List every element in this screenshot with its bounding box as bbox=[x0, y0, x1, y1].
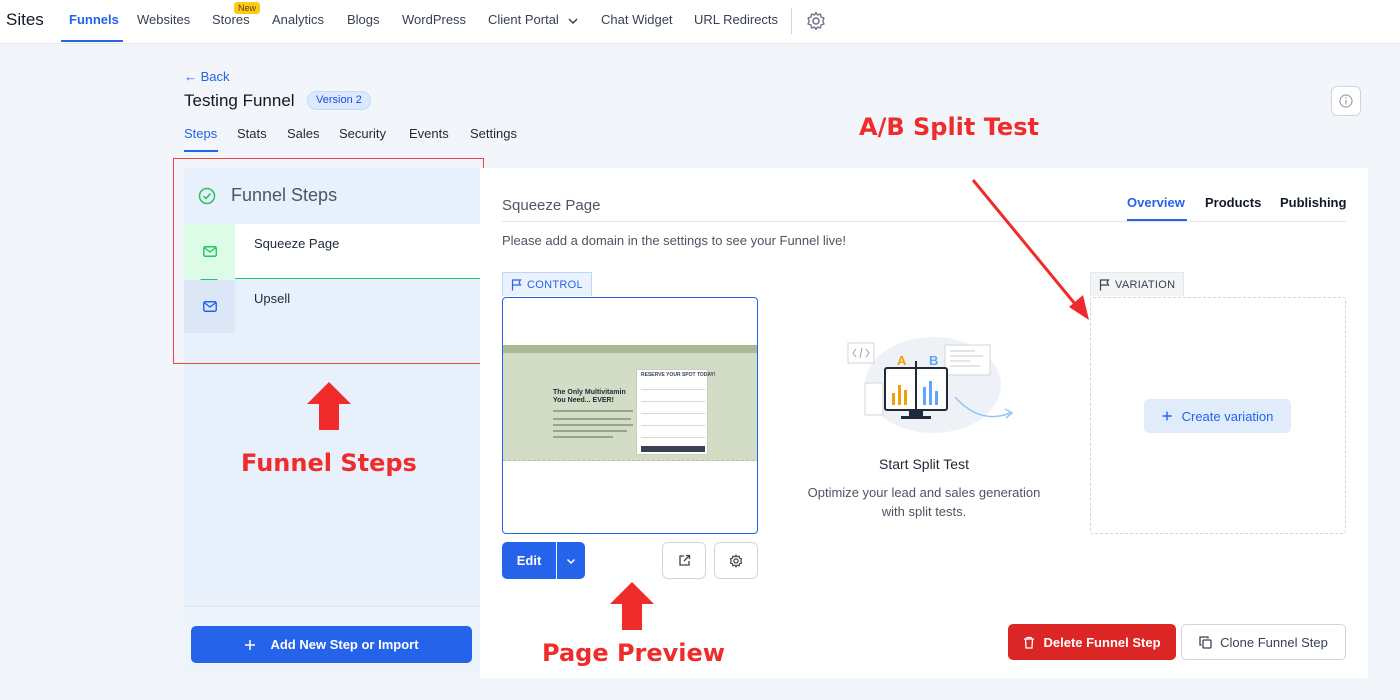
nav-funnels[interactable]: Funnels bbox=[69, 12, 119, 27]
tab-settings[interactable]: Settings bbox=[470, 126, 517, 141]
copy-icon bbox=[1199, 635, 1212, 649]
variation-label: VARIATION bbox=[1115, 278, 1176, 291]
version-badge[interactable]: Version 2 bbox=[307, 91, 371, 110]
annotation-funnel-steps: Funnel Steps bbox=[241, 449, 417, 477]
nav-wordpress[interactable]: WordPress bbox=[402, 12, 466, 27]
info-button[interactable] bbox=[1331, 86, 1361, 116]
delete-step-label: Delete Funnel Step bbox=[1043, 634, 1161, 650]
tab-events[interactable]: Events bbox=[409, 126, 449, 141]
chevron-down-icon bbox=[566, 558, 576, 564]
split-test-title: Start Split Test bbox=[878, 456, 969, 472]
delete-step-button[interactable]: Delete Funnel Step bbox=[1008, 624, 1176, 660]
preview-form-field bbox=[641, 434, 705, 438]
new-badge: New bbox=[234, 2, 261, 14]
nav-divider bbox=[791, 8, 792, 34]
svg-text:B: B bbox=[929, 353, 938, 368]
add-step-label: Add New Step or Import bbox=[270, 637, 419, 652]
nav-client-portal-label: Client Portal bbox=[488, 12, 559, 27]
split-test-illustration: A B bbox=[847, 337, 1014, 433]
step-settings-button[interactable] bbox=[714, 542, 758, 579]
tab-publishing[interactable]: Publishing bbox=[1280, 195, 1346, 210]
gear-icon[interactable] bbox=[806, 11, 826, 31]
preview-form-field bbox=[641, 386, 705, 390]
control-label: CONTROL bbox=[527, 278, 583, 291]
preview-hero bbox=[503, 353, 757, 461]
control-tag: CONTROL bbox=[502, 272, 592, 296]
preview-text-line bbox=[553, 436, 613, 438]
plus-icon bbox=[1162, 411, 1172, 421]
nav-chat-widget[interactable]: Chat Widget bbox=[601, 12, 673, 27]
external-link-icon bbox=[678, 554, 690, 566]
plus-icon bbox=[245, 639, 256, 650]
domain-notice: Please add a domain in the settings to s… bbox=[502, 233, 846, 248]
nav-url-redirects[interactable]: URL Redirects bbox=[694, 12, 778, 27]
preview-form-field bbox=[641, 422, 705, 426]
step-title: Squeeze Page bbox=[502, 197, 601, 214]
trash-icon bbox=[1024, 636, 1035, 649]
nav-analytics[interactable]: Analytics bbox=[272, 12, 324, 27]
info-icon bbox=[1339, 94, 1353, 108]
svg-text:A: A bbox=[897, 353, 907, 368]
nav-blogs[interactable]: Blogs bbox=[347, 12, 380, 27]
preview-form-title: RESERVE YOUR SPOT TODAY! bbox=[641, 372, 716, 378]
preview-form: RESERVE YOUR SPOT TODAY! bbox=[636, 369, 716, 455]
nav-active-underline bbox=[61, 40, 123, 42]
tab-sales[interactable]: Sales bbox=[287, 126, 320, 141]
tab-products[interactable]: Products bbox=[1205, 195, 1261, 210]
brand-title: Sites bbox=[6, 10, 44, 29]
page-title: Testing Funnel bbox=[184, 91, 295, 110]
tab-stats[interactable]: Stats bbox=[237, 126, 267, 141]
tab-overview[interactable]: Overview bbox=[1127, 195, 1185, 210]
tab-active-underline bbox=[184, 150, 218, 152]
gear-icon bbox=[729, 553, 743, 568]
preview-form-field bbox=[641, 398, 705, 402]
annotation-box bbox=[173, 158, 484, 364]
preview-text-line bbox=[553, 430, 627, 432]
clone-step-label: Clone Funnel Step bbox=[1220, 634, 1328, 650]
preview-form-submit bbox=[641, 446, 705, 452]
top-nav: Sites Funnels Websites Stores New Analyt… bbox=[0, 0, 1400, 44]
tab-active-underline bbox=[1127, 219, 1187, 221]
nav-client-portal[interactable]: Client Portal bbox=[488, 12, 578, 27]
create-variation-button[interactable]: Create variation bbox=[1144, 399, 1291, 433]
annotation-ab-split: A/B Split Test bbox=[859, 113, 1039, 141]
annotation-page-preview: Page Preview bbox=[542, 639, 725, 667]
preview-text-line bbox=[553, 410, 633, 412]
tab-steps[interactable]: Steps bbox=[184, 126, 217, 141]
add-step-button[interactable]: Add New Step or Import bbox=[191, 626, 472, 663]
open-external-button[interactable] bbox=[662, 542, 706, 579]
preview-top-band bbox=[503, 345, 757, 353]
flag-icon bbox=[1099, 278, 1110, 290]
edit-dropdown-button[interactable] bbox=[557, 542, 585, 579]
create-variation-label: Create variation bbox=[1181, 408, 1274, 424]
variation-tag: VARIATION bbox=[1090, 272, 1185, 296]
preview-text-line bbox=[553, 424, 633, 426]
chevron-down-icon bbox=[568, 18, 578, 24]
clone-step-button[interactable]: Clone Funnel Step bbox=[1181, 624, 1346, 660]
annotation-arrow-up-icon bbox=[610, 582, 654, 630]
split-test-description: Optimize your lead and sales generation … bbox=[807, 485, 1041, 519]
preview-headline: The Only Multivitamin You Need... EVER! bbox=[553, 389, 626, 404]
preview-form-field bbox=[641, 410, 705, 414]
nav-websites[interactable]: Websites bbox=[137, 12, 190, 27]
flag-icon bbox=[511, 278, 522, 290]
annotation-arrow-up-icon bbox=[307, 382, 351, 430]
tab-divider bbox=[502, 221, 1346, 222]
annotation-arrow-icon bbox=[971, 179, 1089, 320]
back-link[interactable]: ← Back bbox=[184, 69, 230, 84]
tab-security[interactable]: Security bbox=[339, 126, 386, 141]
nav-stores[interactable]: Stores bbox=[212, 12, 250, 27]
preview-text-line bbox=[553, 418, 631, 420]
edit-button[interactable]: Edit bbox=[502, 542, 556, 579]
page-preview[interactable]: The Only Multivitamin You Need... EVER! … bbox=[502, 297, 758, 534]
